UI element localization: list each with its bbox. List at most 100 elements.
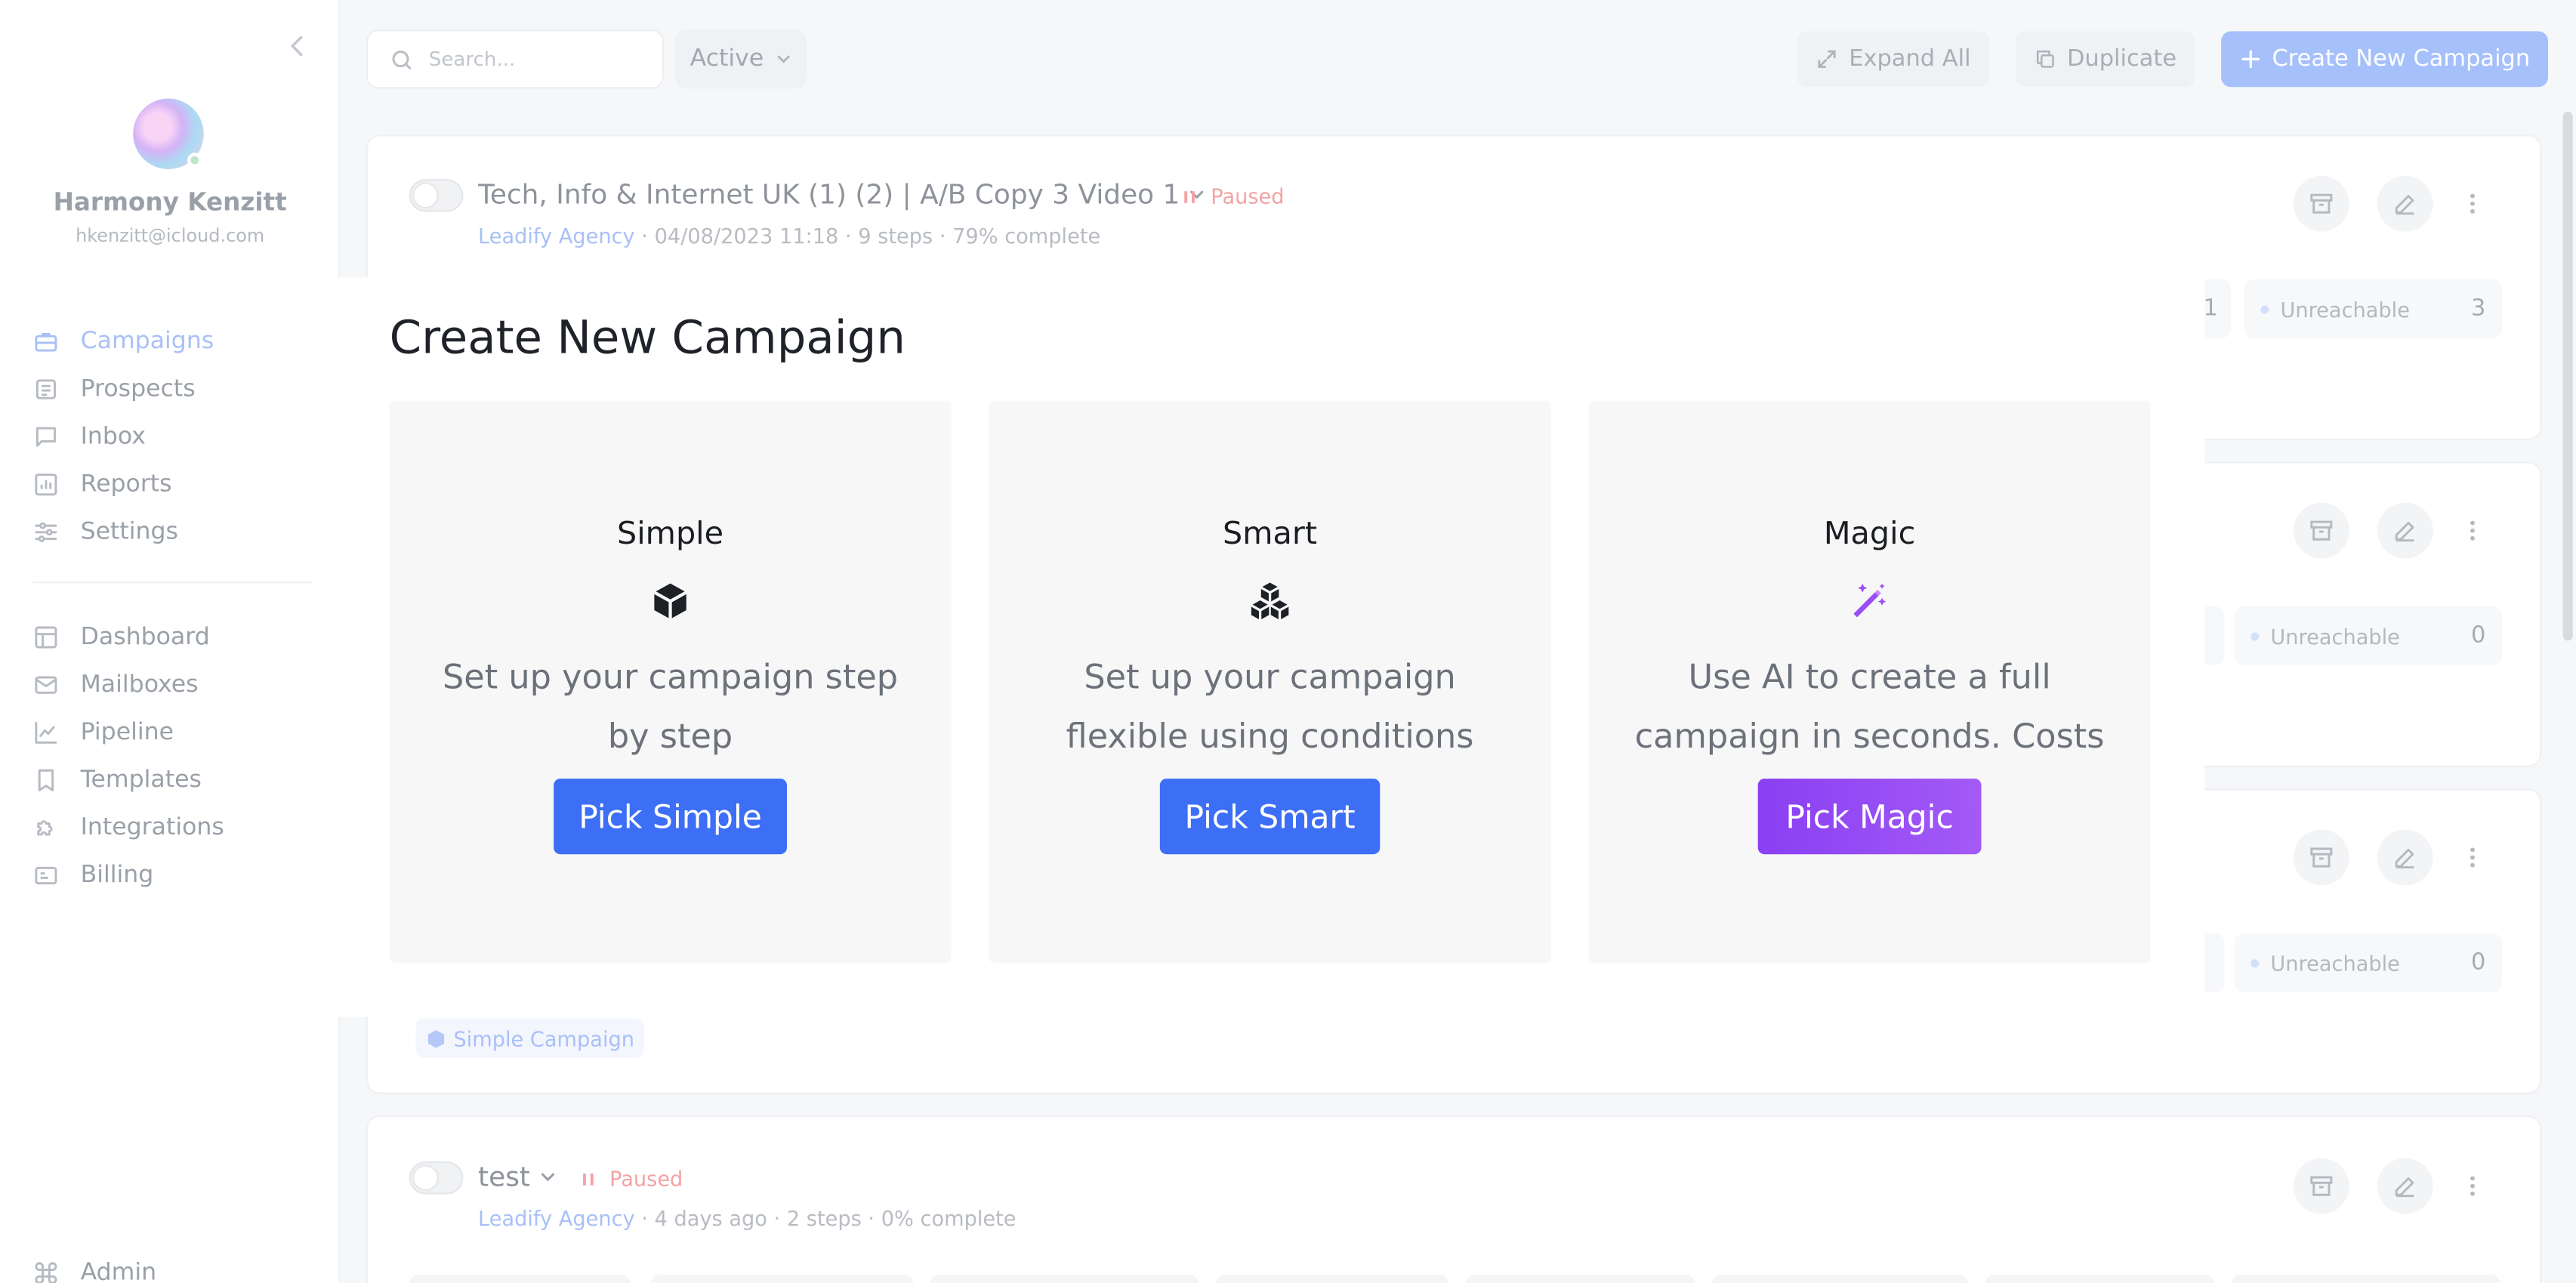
- archive-button[interactable]: [2293, 502, 2349, 559]
- campaign-meta-text: · 04/08/2023 11:18 · 9 steps · 79% compl…: [634, 223, 1101, 248]
- document-icon: [33, 375, 60, 402]
- campaign-title[interactable]: Tech, Info & Internet UK (1) (2) | A/B C…: [478, 179, 1208, 210]
- create-new-campaign-button[interactable]: Create New Campaign: [2221, 31, 2549, 88]
- archive-button[interactable]: [2293, 175, 2349, 232]
- more-options-button[interactable]: [2445, 1158, 2500, 1214]
- more-options-button[interactable]: [2445, 176, 2500, 232]
- archive-icon: [2308, 190, 2334, 217]
- puzzle-icon: [33, 814, 60, 840]
- duplicate-button[interactable]: Duplicate: [2016, 31, 2195, 88]
- option-name: Magic: [1823, 516, 1916, 552]
- sidebar-item-integrations[interactable]: Integrations: [33, 803, 321, 851]
- status-filter-select[interactable]: Active: [675, 29, 807, 89]
- bar-chart-icon: [33, 470, 60, 497]
- command-icon: [33, 1259, 60, 1283]
- pick-smart-button[interactable]: Pick Smart: [1159, 779, 1381, 855]
- user-email: hkenzitt@icloud.com: [76, 225, 265, 247]
- sidebar-item-label: Integrations: [80, 813, 224, 840]
- more-options-button[interactable]: [2445, 830, 2500, 886]
- create-campaign-label: Create New Campaign: [2272, 45, 2531, 72]
- sidebar-item-label: Reports: [80, 470, 172, 498]
- campaign-active-toggle[interactable]: [409, 179, 464, 212]
- stat-chip: [1711, 1275, 1969, 1283]
- stat-unreachable: Unreachable 3: [2244, 279, 2503, 339]
- sidebar: Harmony Kenzitt hkenzitt@icloud.com Camp…: [0, 0, 341, 1283]
- pick-simple-button[interactable]: Pick Simple: [554, 779, 788, 855]
- bookmark-icon: [33, 766, 60, 793]
- status-badge: Paused: [582, 1167, 683, 1191]
- sidebar-item-settings[interactable]: Settings: [33, 507, 321, 555]
- stat-dot: [2251, 958, 2260, 967]
- expand-all-button[interactable]: Expand All: [1797, 31, 1990, 88]
- chevron-left-icon[interactable]: [282, 31, 312, 60]
- pause-icon: [582, 1170, 597, 1187]
- pencil-icon: [2392, 1173, 2418, 1199]
- scrollbar[interactable]: [2562, 111, 2573, 641]
- dots-vertical-icon: [2460, 1173, 2486, 1199]
- more-options-button[interactable]: [2445, 503, 2500, 559]
- chevron-down-icon: [537, 1167, 558, 1188]
- pencil-icon: [2392, 844, 2418, 871]
- stat-value: 1: [2203, 295, 2218, 322]
- sidebar-item-campaigns[interactable]: Campaigns: [33, 317, 321, 365]
- magic-wand-icon: [1848, 580, 1891, 623]
- create-campaign-modal: Create New Campaign Simple Set up your c…: [332, 277, 2205, 1017]
- expand-all-label: Expand All: [1849, 45, 1971, 72]
- sidebar-item-label: Inbox: [80, 423, 146, 449]
- search-icon: [390, 47, 415, 72]
- archive-button[interactable]: [2293, 1158, 2349, 1214]
- stat-label: Unreachable: [2270, 623, 2400, 649]
- agency-link[interactable]: Leadify Agency: [478, 224, 635, 248]
- option-description: Set up your campaign flexible using cond…: [1066, 657, 1474, 755]
- campaign-meta: Leadify Agency · 04/08/2023 11:18 · 9 st…: [478, 224, 1100, 248]
- copy-icon: [2034, 48, 2056, 70]
- stat-unreachable: Unreachable 0: [2234, 933, 2503, 992]
- sidebar-item-label: Templates: [80, 766, 202, 793]
- edit-button[interactable]: [2377, 175, 2433, 232]
- dots-vertical-icon: [2460, 844, 2486, 871]
- sidebar-item-inbox[interactable]: Inbox: [33, 412, 321, 460]
- stat-chip: [1984, 1275, 2215, 1283]
- stat-unreachable: Unreachable 0: [2234, 606, 2503, 666]
- pause-icon: [1183, 188, 1198, 205]
- admin-nav: Admin: [33, 1248, 321, 1283]
- edit-button[interactable]: [2377, 829, 2433, 886]
- card-icon: [33, 862, 60, 888]
- agency-link[interactable]: Leadify Agency: [478, 1206, 635, 1231]
- layout-icon: [33, 624, 60, 650]
- campaign-type-tag: Simple Campaign: [415, 1018, 645, 1058]
- option-magic: Magic Use AI to create a full campaign i…: [1588, 400, 2151, 963]
- secondary-nav: Dashboard Mailboxes Pipeline Templates I…: [33, 612, 321, 899]
- dots-vertical-icon: [2460, 190, 2486, 217]
- sidebar-item-billing[interactable]: Billing: [33, 851, 321, 899]
- campaign-active-toggle[interactable]: [409, 1161, 464, 1195]
- pencil-icon: [2392, 190, 2418, 217]
- stat-chip: [409, 1275, 631, 1283]
- sidebar-item-prospects[interactable]: Prospects: [33, 365, 321, 412]
- status-badge: Paused: [1183, 184, 1285, 208]
- stat-value: 0: [2470, 949, 2486, 976]
- sidebar-item-templates[interactable]: Templates: [33, 756, 321, 803]
- stat-label: Unreachable: [2280, 296, 2410, 322]
- sidebar-item-admin[interactable]: Admin: [33, 1248, 321, 1283]
- sliders-icon: [33, 518, 60, 544]
- campaign-title-text: test: [478, 1161, 530, 1193]
- stat-chip: [2231, 1275, 2500, 1283]
- sidebar-item-dashboard[interactable]: Dashboard: [33, 612, 321, 660]
- stat-dot: [2260, 304, 2269, 313]
- campaign-type-label: Simple Campaign: [453, 1025, 635, 1051]
- avatar[interactable]: [133, 98, 204, 170]
- edit-button[interactable]: [2377, 502, 2433, 559]
- sidebar-item-mailboxes[interactable]: Mailboxes: [33, 661, 321, 708]
- search-input[interactable]: Search...: [366, 29, 664, 89]
- user-name: Harmony Kenzitt: [53, 187, 287, 217]
- cube-icon: [425, 1028, 446, 1049]
- sidebar-item-reports[interactable]: Reports: [33, 460, 321, 507]
- line-chart-icon: [33, 719, 60, 745]
- edit-button[interactable]: [2377, 1158, 2433, 1214]
- campaign-title[interactable]: test: [478, 1161, 558, 1192]
- pick-magic-button[interactable]: Pick Magic: [1757, 779, 1982, 855]
- archive-button[interactable]: [2293, 829, 2349, 886]
- chat-icon: [33, 423, 60, 449]
- sidebar-item-pipeline[interactable]: Pipeline: [33, 708, 321, 756]
